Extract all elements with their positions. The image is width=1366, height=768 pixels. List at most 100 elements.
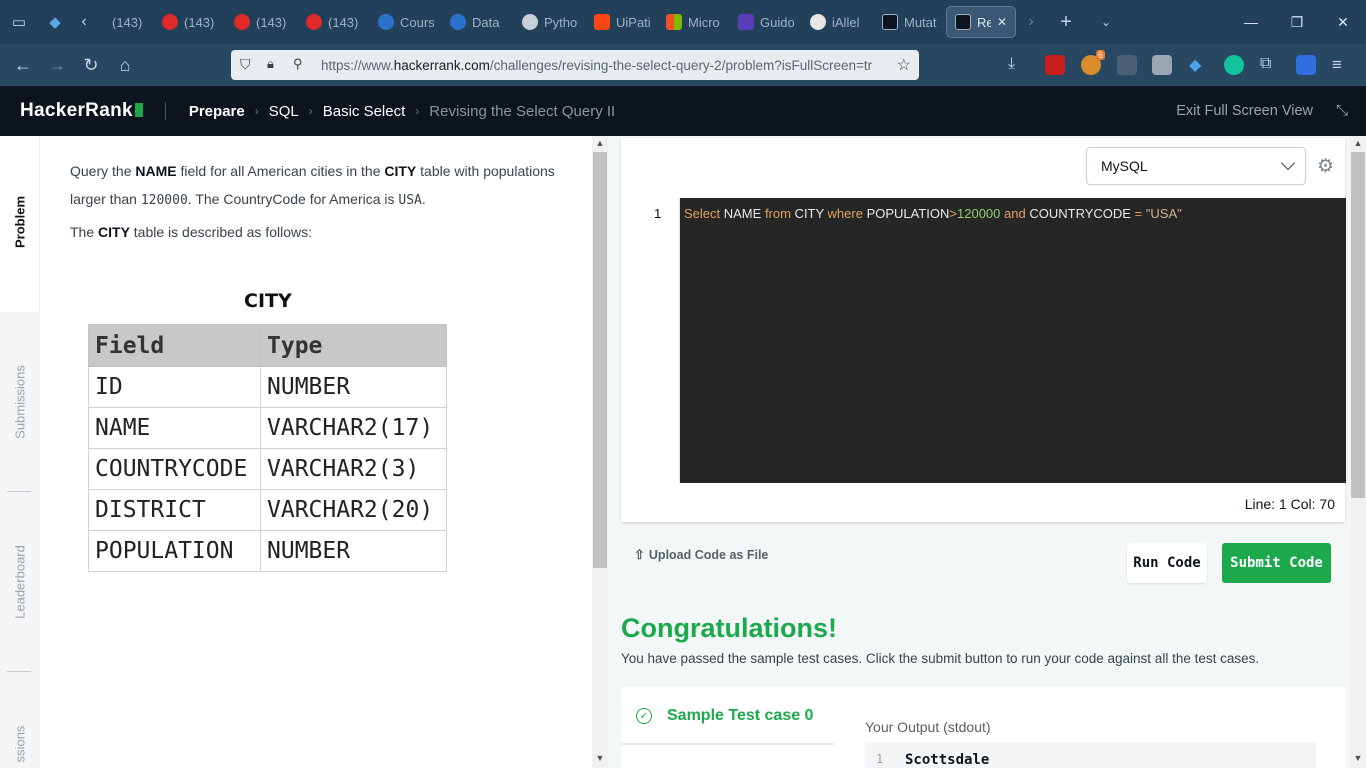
tabs-forward-icon[interactable]: › (1016, 5, 1046, 39)
browser-tab[interactable]: Mutat (874, 6, 946, 38)
tab-problem[interactable]: Problem (13, 196, 28, 248)
microsoft-icon (666, 14, 682, 30)
extension-gray-icon[interactable] (1117, 55, 1137, 75)
vpn-extension-icon[interactable]: ◆ (1189, 55, 1209, 75)
tabs-back-icon[interactable]: ‹ (72, 5, 96, 39)
browser-tab-strip: ▭ ◆ ‹ (143) (143) (143) (143) Cours Data… (0, 0, 1366, 44)
hackerrank-icon (882, 14, 898, 30)
bookmark-star-icon[interactable]: ☆ (897, 55, 911, 75)
editor-pane-scrollbar-thumb[interactable] (1351, 152, 1365, 498)
close-tab-icon[interactable]: ✕ (997, 15, 1007, 29)
coursera-icon (378, 14, 394, 30)
close-window-icon[interactable]: ✕ (1320, 0, 1366, 44)
new-tab-icon[interactable]: + (1046, 5, 1086, 39)
browser-tab[interactable]: (143) (226, 6, 298, 38)
browser-tab[interactable]: Cours (370, 6, 442, 38)
forward-icon[interactable]: → (40, 48, 74, 82)
shield-icon[interactable]: ⛉ (240, 56, 251, 73)
hackerrank-icon (955, 14, 971, 30)
collapse-icon[interactable]: ⤡ (1336, 102, 1348, 119)
download-icon[interactable]: ⤓ (1008, 55, 1028, 75)
table-row: POPULATION NUMBER (88, 530, 447, 572)
table-header-row: Field Type (88, 324, 447, 367)
header-divider (164, 102, 166, 120)
extension-print-icon[interactable] (1152, 55, 1172, 75)
url-bar[interactable]: ⛉ 🔒︎ ⚲ https://www.hackerrank.com/challe… (231, 50, 919, 80)
browser-tab[interactable]: Micro (658, 6, 730, 38)
chevron-right-icon: › (415, 104, 420, 118)
reload-icon[interactable]: ↻ (74, 48, 108, 82)
scroll-down-icon[interactable]: ▼ (1351, 753, 1365, 763)
result-message: You have passed the sample test cases. C… (621, 651, 1260, 666)
extensions-puzzle-icon[interactable]: ⧉ (1260, 55, 1280, 75)
code-editor[interactable] (680, 198, 1346, 483)
code-line[interactable]: Select NAME from CITY where POPULATION>1… (684, 206, 1182, 221)
scroll-down-icon[interactable]: ▼ (593, 753, 607, 763)
openai-icon (522, 14, 538, 30)
youtube-icon (162, 14, 178, 30)
output-label: Your Output (stdout) (865, 719, 991, 735)
type-cell: VARCHAR2(20) (260, 489, 447, 531)
youtube-icon (306, 14, 322, 30)
exit-fullscreen-link[interactable]: Exit Full Screen View (1176, 103, 1313, 119)
browser-tab-active[interactable]: Re✕ (946, 6, 1016, 38)
run-code-button[interactable]: Run Code (1127, 543, 1207, 583)
uipath-icon (594, 14, 610, 30)
lock-icon[interactable]: 🔒︎ (267, 56, 274, 72)
language-select-value: MySQL (1101, 158, 1148, 174)
permissions-icon[interactable]: ⚲ (293, 56, 303, 72)
submit-code-button[interactable]: Submit Code (1222, 543, 1331, 583)
scroll-up-icon[interactable]: ▲ (593, 138, 607, 148)
upload-icon: ⇧ (634, 547, 645, 562)
breadcrumb-sql[interactable]: SQL (269, 103, 299, 120)
type-cell: NUMBER (260, 530, 447, 572)
menu-icon[interactable]: ≡ (1332, 55, 1352, 75)
type-cell: NUMBER (260, 366, 447, 408)
browser-tab[interactable]: iAllel (802, 6, 874, 38)
side-tab-divider (7, 671, 31, 672)
browser-tab[interactable]: (143) (298, 6, 370, 38)
breadcrumb-current: Revising the Select Query II (429, 102, 616, 120)
grammarly-icon[interactable] (1224, 55, 1244, 75)
problem-scrollbar-thumb[interactable] (593, 152, 607, 568)
browser-tab[interactable]: (143) (96, 6, 154, 38)
field-cell: NAME (88, 407, 261, 449)
field-cell: ID (88, 366, 261, 408)
gear-icon[interactable]: ⚙ (1317, 155, 1334, 178)
tab-list-icon[interactable]: ⌄ (1086, 5, 1126, 39)
testcase-label[interactable]: Sample Test case 0 (667, 707, 813, 725)
table-row: NAME VARCHAR2(17) (88, 407, 447, 449)
cursor-position: Line: 1 Col: 70 (1244, 496, 1335, 512)
table-title: CITY (244, 290, 292, 312)
type-cell: VARCHAR2(3) (260, 448, 447, 490)
scroll-up-icon[interactable]: ▲ (1351, 138, 1365, 148)
extension-red-icon[interactable] (1045, 55, 1065, 75)
restore-icon[interactable]: ❐ (1274, 0, 1320, 44)
tab-submissions[interactable]: Submissions (13, 365, 28, 439)
browser-tab[interactable]: Pytho (514, 6, 586, 38)
extension-blue-icon[interactable] (1296, 55, 1316, 75)
result-title: Congratulations! (621, 613, 837, 643)
tab-overview-icon[interactable]: ▭ (0, 5, 38, 39)
browser-tab[interactable]: Guido (730, 6, 802, 38)
language-select[interactable]: MySQL (1086, 147, 1306, 185)
tab-leaderboard[interactable]: Leaderboard (13, 545, 28, 619)
breadcrumb-prepare[interactable]: Prepare (189, 103, 245, 120)
home-icon[interactable]: ⌂ (108, 48, 142, 82)
minimize-icon[interactable]: — (1228, 0, 1274, 44)
problem-statement: Query the NAME field for all American ci… (40, 136, 592, 768)
browser-tab[interactable]: Data (442, 6, 514, 38)
browser-tab[interactable]: UiPati (586, 6, 658, 38)
tab-discussions[interactable]: ssions (13, 726, 28, 763)
extension-badge-icon[interactable]: 6 (1081, 50, 1105, 75)
chevron-right-icon: › (254, 104, 259, 118)
output-line: Scottsdale (905, 752, 990, 768)
breadcrumb-basic-select[interactable]: Basic Select (323, 103, 406, 120)
hackerrank-logo[interactable]: HackerRank (20, 100, 143, 122)
browser-tab[interactable]: (143) (154, 6, 226, 38)
side-tab-divider (7, 491, 31, 492)
vpn-icon[interactable]: ◆ (38, 5, 72, 39)
back-icon[interactable]: ← (6, 48, 40, 82)
upload-code-link[interactable]: ⇧ Upload Code as File (634, 547, 768, 563)
youtube-icon (234, 14, 250, 30)
